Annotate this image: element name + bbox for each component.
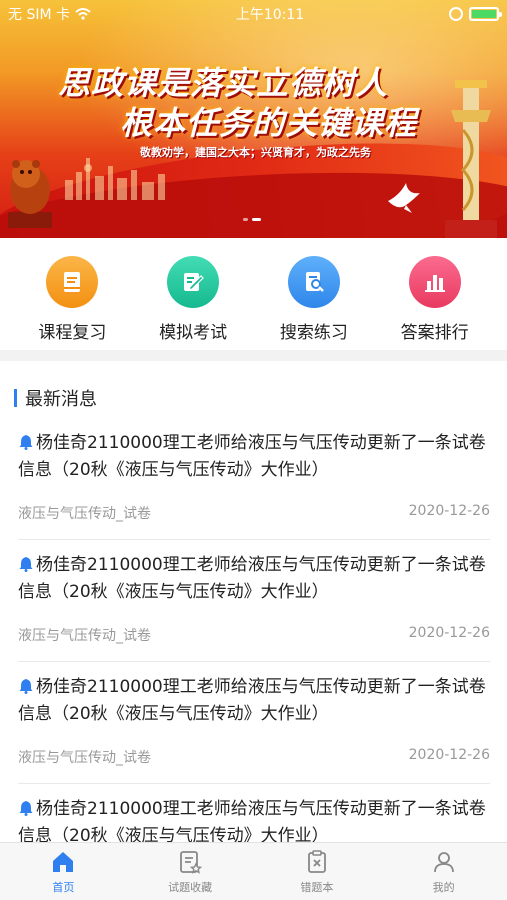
hero-banner[interactable]: 思政课是落实立德树人 根本任务的关键课程 敬教劝学，建国之大本；兴贤育才，为政之… bbox=[0, 0, 507, 238]
action-label: 模拟考试 bbox=[159, 323, 228, 343]
tab-label: 试题收藏 bbox=[168, 880, 213, 894]
news-title: 杨佳奇2110000理工老师给液压与气压传动更新了一条试卷信息（20秋《液压与气… bbox=[18, 674, 490, 728]
status-time: 上午10:11 bbox=[235, 7, 305, 23]
wifi-icon bbox=[75, 8, 91, 20]
tab-home[interactable]: 首页 bbox=[8, 849, 118, 895]
status-bar: 无 SIM 卡 上午10:11 bbox=[0, 0, 507, 28]
carousel-dot[interactable] bbox=[243, 218, 248, 221]
book-icon bbox=[46, 256, 99, 308]
action-course-review[interactable]: 课程复习 bbox=[17, 238, 127, 350]
news-meta: 液压与气压传动_试卷 2020-12-26 bbox=[18, 625, 490, 645]
bar-chart-icon bbox=[408, 256, 461, 308]
news-meta: 液压与气压传动_试卷 2020-12-26 bbox=[18, 503, 490, 523]
banner-title-line2: 根本任务的关键课程 bbox=[120, 104, 418, 142]
action-mock-exam[interactable]: 模拟考试 bbox=[138, 238, 248, 350]
section-divider bbox=[0, 350, 507, 361]
news-meta: 液压与气压传动_试卷 2020-12-26 bbox=[18, 747, 490, 767]
action-label: 搜索练习 bbox=[279, 323, 348, 343]
action-search-practice[interactable]: 搜索练习 bbox=[259, 238, 369, 350]
bottom-tab-bar: 首页 试题收藏 错题本 我的 bbox=[0, 842, 507, 900]
tab-profile[interactable]: 我的 bbox=[389, 849, 499, 895]
bell-icon bbox=[19, 679, 33, 694]
news-title-text: 杨佳奇2110000理工老师给液压与气压传动更新了一条试卷信息（20秋《液压与气… bbox=[18, 677, 486, 724]
huabiao-pillar-graphic bbox=[445, 80, 497, 238]
battery-icon bbox=[468, 7, 502, 21]
bell-icon bbox=[19, 801, 33, 816]
quick-actions: 课程复习 模拟考试 搜索练习 答案排行 bbox=[0, 238, 507, 350]
action-label: 课程复习 bbox=[38, 323, 107, 343]
news-heading: 最新消息 bbox=[25, 389, 97, 410]
news-tag: 液压与气压传动_试卷 bbox=[18, 506, 151, 522]
action-label: 答案排行 bbox=[400, 323, 469, 343]
carousel-indicator[interactable] bbox=[243, 218, 261, 221]
news-section-header: 最新消息 bbox=[14, 385, 97, 411]
news-item[interactable]: 杨佳奇2110000理工老师给液压与气压传动更新了一条试卷信息（20秋《液压与气… bbox=[18, 540, 490, 662]
news-date: 2020-12-26 bbox=[408, 625, 490, 641]
news-title-text: 杨佳奇2110000理工老师给液压与气压传动更新了一条试卷信息（20秋《液压与气… bbox=[18, 555, 486, 602]
home-icon bbox=[53, 851, 74, 872]
tab-favorites[interactable]: 试题收藏 bbox=[135, 849, 245, 895]
edit-icon bbox=[167, 256, 220, 308]
news-item[interactable]: 杨佳奇2110000理工老师给液压与气压传动更新了一条试卷信息（20秋《液压与气… bbox=[18, 662, 490, 784]
stone-lion-graphic bbox=[8, 160, 52, 228]
news-date: 2020-12-26 bbox=[408, 747, 490, 763]
news-date: 2020-12-26 bbox=[408, 503, 490, 519]
bell-icon bbox=[19, 435, 33, 450]
section-accent-bar bbox=[14, 389, 17, 407]
search-doc-icon bbox=[287, 256, 340, 308]
news-tag: 液压与气压传动_试卷 bbox=[18, 628, 151, 644]
news-title: 杨佳奇2110000理工老师给液压与气压传动更新了一条试卷信息（20秋《液压与气… bbox=[18, 552, 490, 606]
status-right bbox=[448, 7, 502, 21]
carrier-text: 无 SIM 卡 bbox=[8, 7, 70, 23]
rotation-lock-icon bbox=[448, 7, 463, 21]
banner-subtitle: 敬教劝学，建国之大本；兴贤育才，为政之先务 bbox=[140, 146, 371, 159]
news-item[interactable]: 杨佳奇2110000理工老师给液压与气压传动更新了一条试卷信息（20秋《液压与气… bbox=[18, 418, 490, 540]
tab-label: 我的 bbox=[432, 880, 455, 894]
tab-wrong-book[interactable]: 错题本 bbox=[262, 849, 372, 895]
news-title-text: 杨佳奇2110000理工老师给液压与气压传动更新了一条试卷信息（20秋《液压与气… bbox=[18, 799, 486, 846]
bell-icon bbox=[19, 557, 33, 572]
news-title: 杨佳奇2110000理工老师给液压与气压传动更新了一条试卷信息（20秋《液压与气… bbox=[18, 430, 490, 484]
user-icon bbox=[433, 851, 454, 872]
action-answer-ranking[interactable]: 答案排行 bbox=[380, 238, 490, 350]
dove-graphic bbox=[388, 183, 420, 213]
tab-label: 首页 bbox=[52, 880, 75, 894]
tab-label: 错题本 bbox=[300, 880, 334, 894]
wrong-book-icon bbox=[307, 849, 326, 873]
news-tag: 液压与气压传动_试卷 bbox=[18, 750, 151, 766]
status-left: 无 SIM 卡 bbox=[8, 4, 91, 24]
carousel-dot-active[interactable] bbox=[252, 218, 261, 221]
favorite-list-icon bbox=[180, 850, 203, 874]
news-title-text: 杨佳奇2110000理工老师给液压与气压传动更新了一条试卷信息（20秋《液压与气… bbox=[18, 433, 486, 480]
